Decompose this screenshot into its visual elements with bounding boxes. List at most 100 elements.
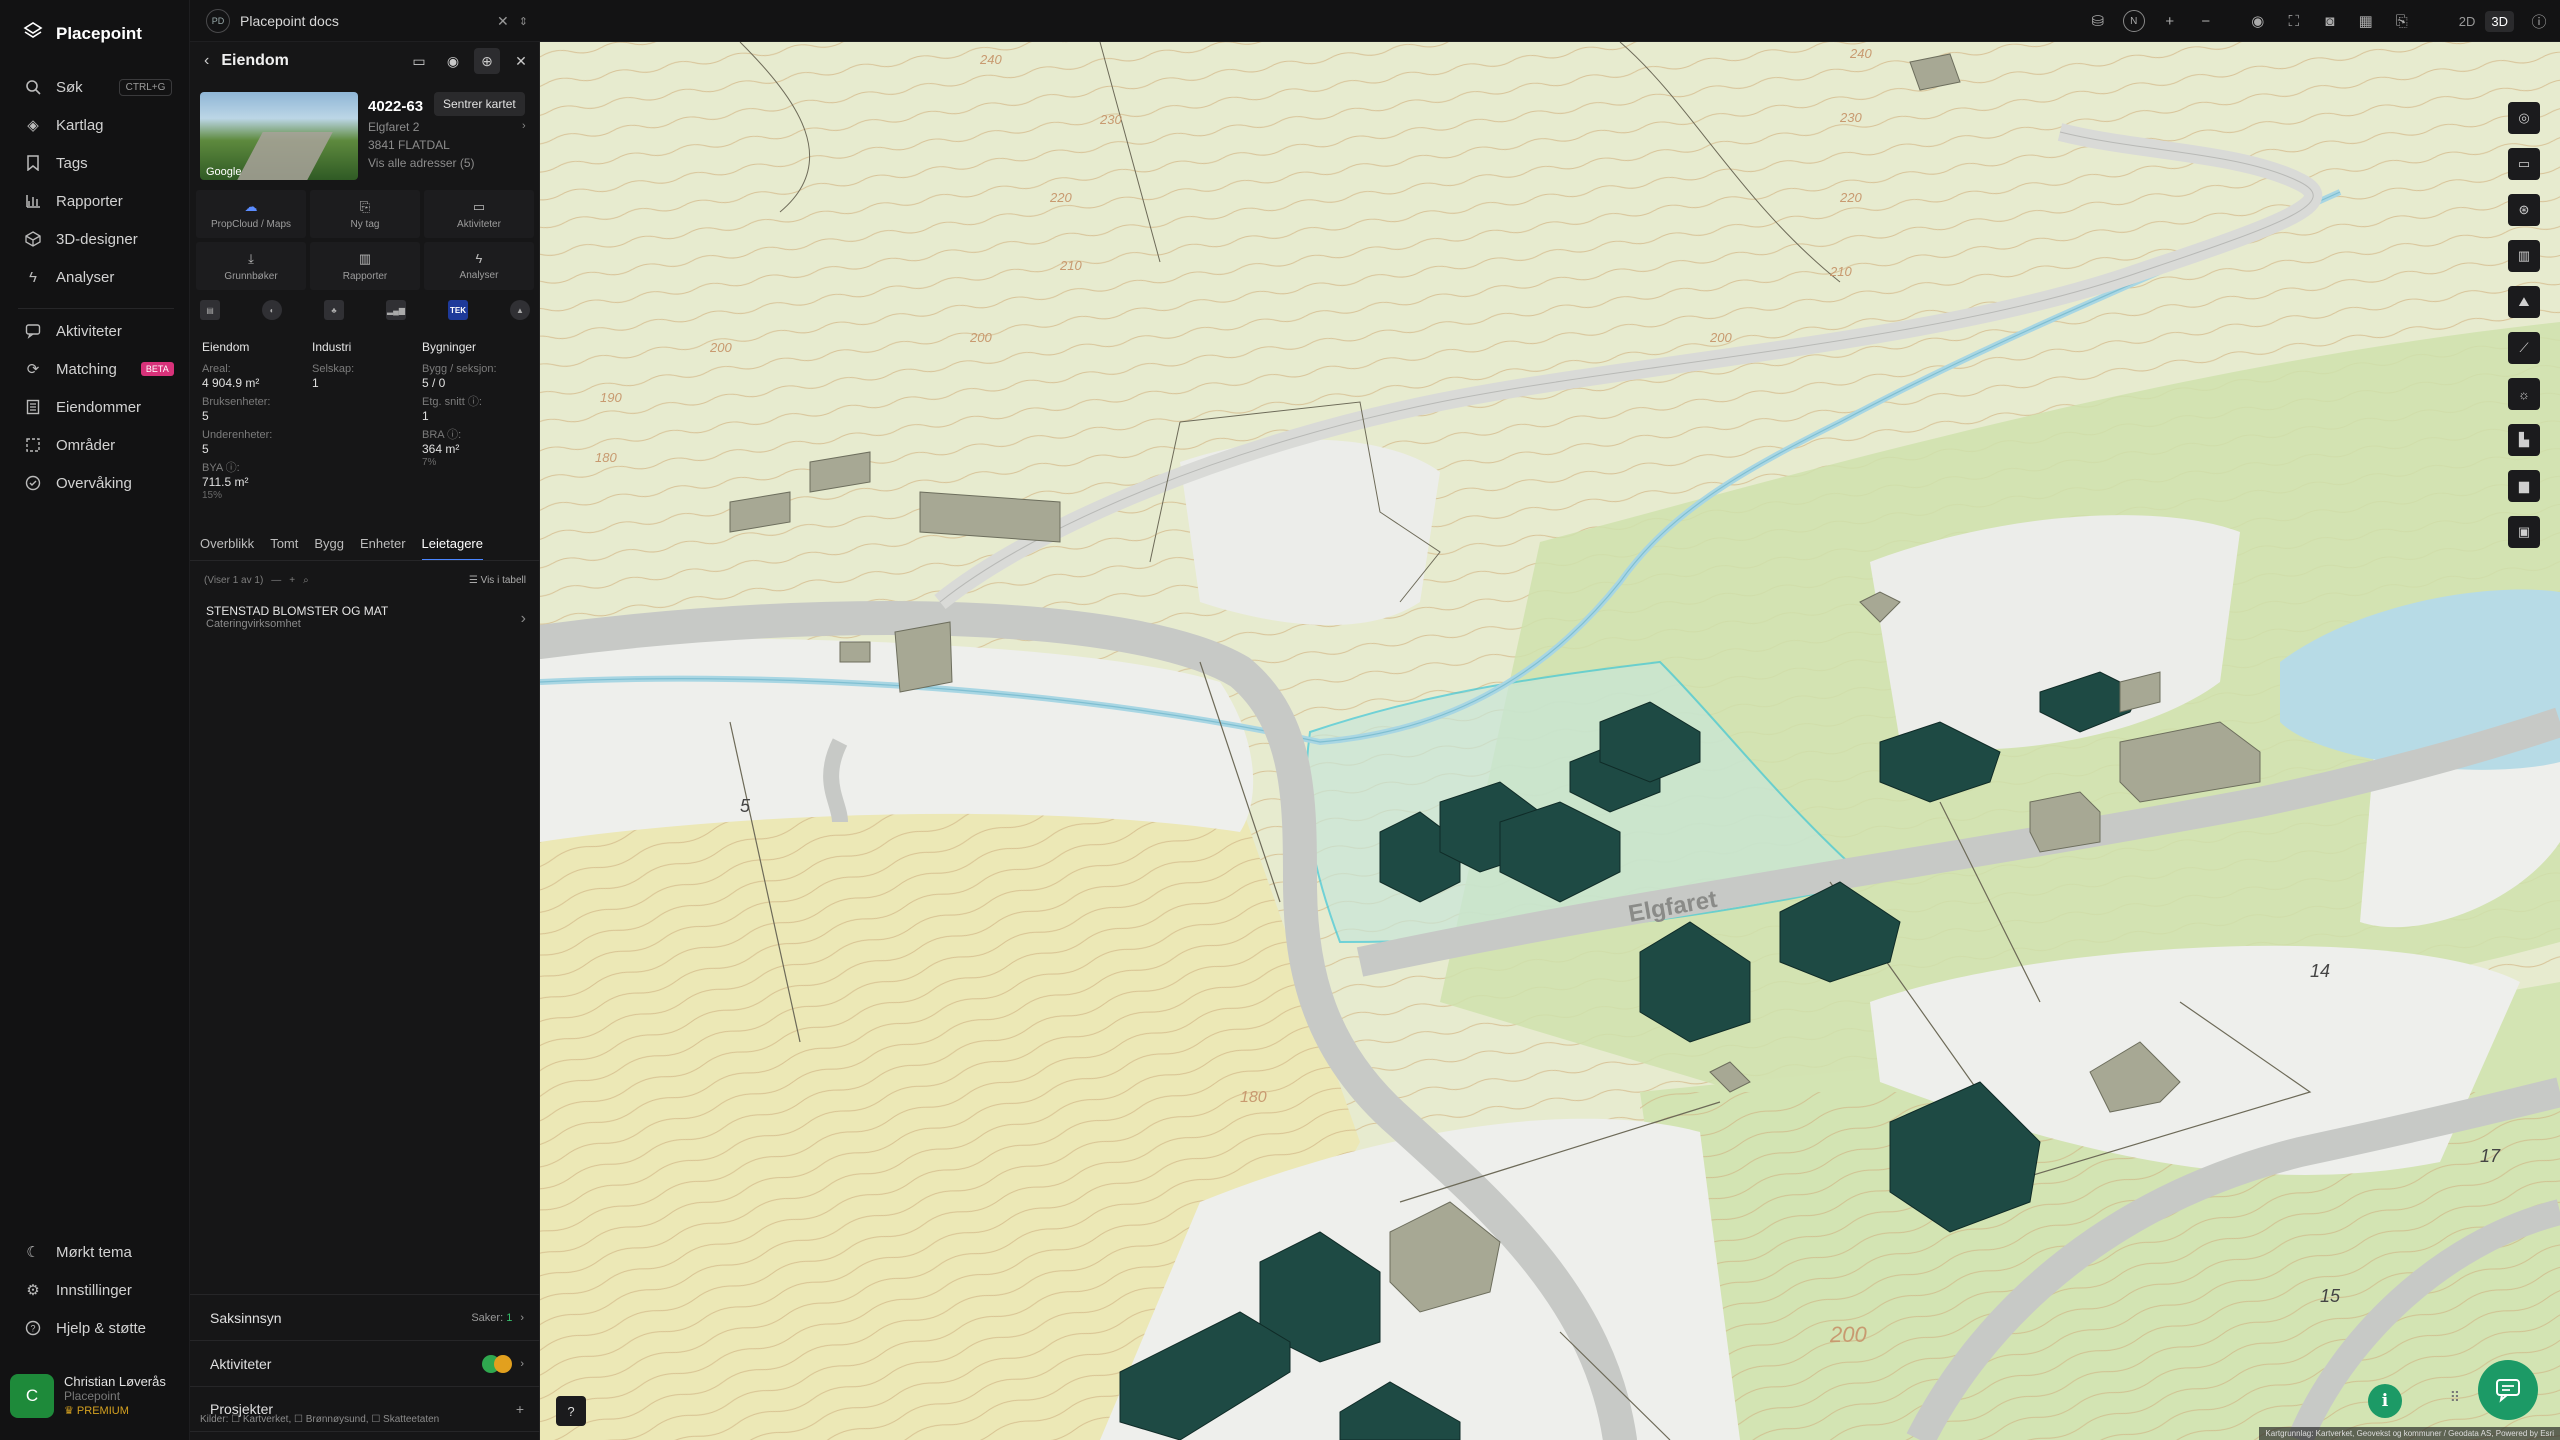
tek-badge[interactable]: TEK [448, 300, 468, 320]
action-reports[interactable]: ▥ Rapporter [310, 242, 420, 290]
chart-icon[interactable]: ▥ [2508, 240, 2540, 272]
doc-tab[interactable]: PD Placepoint docs ✕ ⇕ [206, 6, 528, 36]
tab-bygg[interactable]: Bygg [314, 536, 344, 561]
settings-panel-icon[interactable]: ▣ [2508, 516, 2540, 548]
nav-item-tags[interactable]: Tags [24, 154, 88, 172]
nav-item-omrader[interactable]: Områder [24, 436, 115, 454]
chat-icon [2494, 1376, 2522, 1404]
action-activities[interactable]: ▭ Aktiviteter [424, 190, 534, 238]
eye-icon[interactable]: ◉ [2247, 10, 2269, 32]
volume-icon[interactable]: ▙ [2508, 424, 2540, 456]
nav-item-3d-designer[interactable]: 3D-designer [24, 230, 138, 248]
info-button[interactable]: i [2368, 1384, 2402, 1418]
list-toolbar: (Viser 1 av 1) — + ⌕ ☰ Vis i tabell [204, 570, 526, 590]
action-analyses[interactable]: ϟ Analyser [424, 242, 534, 290]
nav-item-search[interactable]: Søk CTRL+G [24, 78, 173, 96]
back-icon[interactable]: ‹ [204, 52, 209, 70]
globe-icon[interactable]: ◐ [262, 300, 282, 320]
all-addresses-link[interactable]: Vis alle adresser (5) [368, 156, 475, 170]
collapse-icon[interactable]: — [271, 575, 281, 586]
elevation-profile-icon[interactable]: ⛰ [2508, 286, 2540, 318]
warning-icon[interactable]: ▲ [510, 300, 530, 320]
property-type-icon[interactable]: ▤ [200, 300, 220, 320]
chevron-right-icon: › [520, 610, 526, 627]
camera-icon[interactable]: ◙ [2319, 10, 2341, 32]
view-2d-button[interactable]: 2D [2453, 11, 2482, 32]
nav-item-settings[interactable]: ⚙ Innstillinger [24, 1281, 132, 1300]
stats-heading: Eiendom [202, 340, 250, 354]
add-icon[interactable]: + [289, 575, 295, 586]
building[interactable] [894, 621, 953, 693]
nav-item-help[interactable]: ? Hjelp & støtte [24, 1319, 146, 1337]
action-new-tag[interactable]: ⎘ Ny tag [310, 190, 420, 238]
nav-item-matching[interactable]: ⟳ Matching BETA [24, 360, 174, 378]
building-height-icon[interactable]: ▆ [2508, 470, 2540, 502]
avatar-stack [482, 1354, 513, 1373]
map-attribution: Kartgrunnlag: Kartverket, Geovekst og ko… [2259, 1427, 2560, 1440]
tab-tomt[interactable]: Tomt [270, 536, 298, 561]
accordion-saksinnsyn[interactable]: Saksinnsyn Saker: 1 › [190, 1294, 540, 1340]
street-view-icon[interactable]: ▭ [406, 48, 432, 74]
close-icon[interactable]: ✕ [508, 48, 534, 74]
building[interactable] [839, 641, 871, 663]
user-card[interactable]: C Christian Løverås Placepoint ♛ PREMIUM [10, 1366, 180, 1426]
nav-item-dark-theme[interactable]: ☾ Mørkt tema [24, 1243, 132, 1262]
action-propcloud[interactable]: ☁ PropCloud / Maps [196, 190, 306, 238]
energy-rating-icon[interactable]: ▂▄▆ [386, 300, 406, 320]
list-count: (Viser 1 av 1) [204, 574, 264, 586]
close-icon[interactable]: ✕ [497, 13, 509, 30]
plot-number: 17 [2480, 1146, 2501, 1166]
map-viewport[interactable]: 240 230 220 210 200 200 190 180 200 210 … [540, 42, 2560, 1440]
map-canvas[interactable]: 240 230 220 210 200 200 190 180 200 210 … [540, 42, 2560, 1440]
list-item[interactable]: STENSTAD BLOMSTER OG MAT Cateringvirksom… [206, 604, 526, 630]
avatar [494, 1354, 513, 1373]
chevron-right-icon[interactable]: › [522, 120, 526, 132]
info-circle-icon[interactable]: ⓘ [2528, 10, 2550, 32]
property-photo[interactable]: Google [200, 92, 358, 180]
plot-number: 5 [740, 796, 751, 816]
layers-toggle-icon[interactable]: ⛁ [2087, 10, 2109, 32]
accordion-prosjekter[interactable]: Prosjekter + [190, 1386, 540, 1432]
tag-icon: ⎘ [359, 198, 371, 214]
bookmark-icon[interactable]: ⎘ [2391, 10, 2413, 32]
nav-item-overvaking[interactable]: Overvåking [24, 474, 132, 492]
eye-icon[interactable]: ◉ [440, 48, 466, 74]
nav-item-rapporter[interactable]: Rapporter [24, 192, 123, 210]
search-area-icon[interactable]: ⊛ [2508, 194, 2540, 226]
drag-handle-icon[interactable]: ⠿ [2450, 1389, 2460, 1406]
chat-button[interactable] [2478, 1360, 2538, 1420]
nav-item-aktiviteter[interactable]: Aktiviteter [24, 322, 122, 340]
chevron-updown-icon[interactable]: ⇕ [519, 15, 528, 28]
search-icon[interactable]: ⌕ [303, 575, 309, 586]
accordion-aktiviteter[interactable]: Aktiviteter › [190, 1340, 540, 1386]
sun-icon[interactable]: ☼ [2508, 378, 2540, 410]
tab-overblikk[interactable]: Overblikk [200, 536, 254, 561]
tab-enheter[interactable]: Enheter [360, 536, 406, 561]
zoom-out-icon[interactable]: − [2195, 10, 2217, 32]
contour-label: 180 [595, 450, 617, 465]
line-profile-icon[interactable]: ⟋ [2508, 332, 2540, 364]
ruler-icon[interactable]: ▭ [2508, 148, 2540, 180]
stats-eiendom: Eiendom Areal: 4 904.9 m² Bruksenheter: … [202, 340, 312, 501]
nav-item-eiendommer[interactable]: Eiendommer [24, 398, 141, 416]
compass-icon[interactable]: N [2122, 10, 2145, 32]
fullscreen-icon[interactable]: ⛶ [2283, 10, 2305, 32]
accordion-label: Aktiviteter [210, 1355, 272, 1372]
globe-layer-icon[interactable]: ◎ [2508, 102, 2540, 134]
zoom-in-icon[interactable]: + [2159, 10, 2181, 32]
tab-leietagere[interactable]: Leietagere [421, 536, 483, 561]
center-map-icon[interactable]: ⊕ [474, 48, 500, 74]
industry-icon[interactable]: ♣ [324, 300, 344, 320]
property-panel: ‹ Eiendom ▭ ◉ ⊕ ✕ Sentrer kartet Google … [190, 42, 540, 1440]
add-project-button[interactable]: + [516, 1401, 524, 1417]
keyboard-help-button[interactable]: ? [556, 1396, 586, 1426]
nav-label: Hjelp & støtte [56, 1319, 147, 1337]
brand[interactable]: Placepoint [22, 20, 142, 47]
grid-icon[interactable]: ▦ [2355, 10, 2377, 32]
action-land-register[interactable]: ⤓ Grunnbøker [196, 242, 306, 290]
building[interactable] [2029, 791, 2101, 853]
view-3d-button[interactable]: 3D [2485, 10, 2514, 32]
nav-item-analyser[interactable]: ϟ Analyser [24, 268, 114, 286]
nav-item-kartlag[interactable]: ◈ Kartlag [24, 116, 103, 135]
table-toggle[interactable]: ☰ Vis i tabell [469, 575, 526, 586]
